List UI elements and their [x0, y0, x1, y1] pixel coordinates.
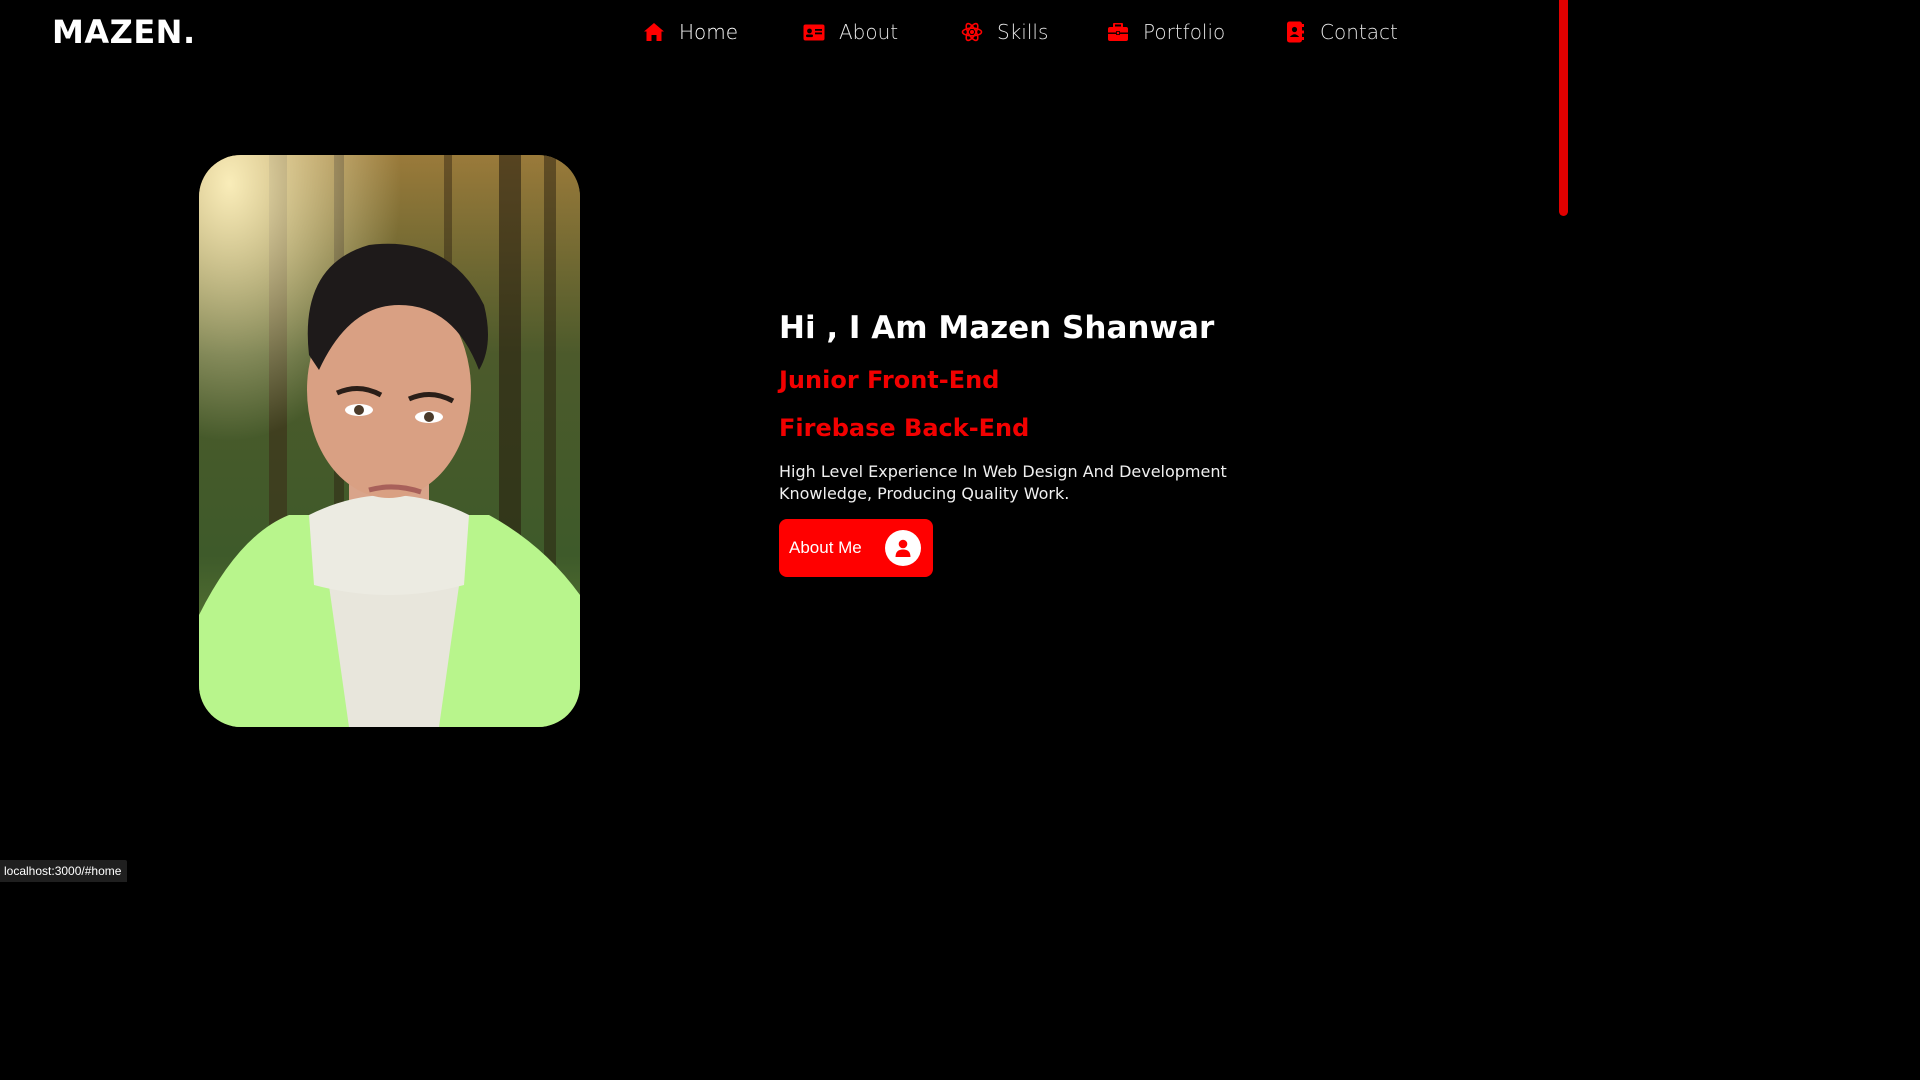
status-bar-url: localhost:3000/#home [0, 860, 128, 882]
hero-role-2: Firebase Back-End [779, 414, 1030, 442]
scrollbar-thumb[interactable] [1559, 0, 1568, 216]
nav-label-contact: Contact [1320, 20, 1398, 44]
nav-item-contact[interactable]: Contact [1284, 16, 1398, 48]
nav-item-skills[interactable]: Skills [961, 16, 1048, 48]
hero-title: Hi , I Am Mazen Shanwar [779, 310, 1215, 346]
site-logo[interactable]: MAZEN. [52, 12, 196, 52]
nav-item-home[interactable]: Home [643, 16, 738, 48]
briefcase-icon [1107, 21, 1129, 43]
about-me-button-label: About Me [789, 538, 862, 557]
about-me-button[interactable]: About Me [779, 519, 933, 577]
nav-item-about[interactable]: About [803, 16, 898, 48]
contact-book-icon [1284, 21, 1306, 43]
nav-label-skills: Skills [997, 20, 1049, 44]
page-scrollbar[interactable] [1559, 0, 1568, 882]
nav-item-portfolio[interactable]: Portfolio [1107, 16, 1225, 48]
portfolio-page: MAZEN. Home About Skills Portfolio Conta… [0, 0, 1568, 882]
hero-role-1: Junior Front-End [779, 366, 1000, 394]
nav-label-about: About [839, 20, 899, 44]
user-icon [885, 530, 921, 566]
profile-photo-illustration [199, 155, 580, 727]
profile-photo [199, 155, 580, 727]
nav-label-home: Home [679, 20, 739, 44]
atom-icon [961, 21, 983, 43]
hero-description: High Level Experience In Web Design And … [779, 462, 1227, 503]
nav-label-portfolio: Portfolio [1143, 20, 1226, 44]
home-icon [643, 21, 665, 43]
id-card-icon [803, 21, 825, 43]
